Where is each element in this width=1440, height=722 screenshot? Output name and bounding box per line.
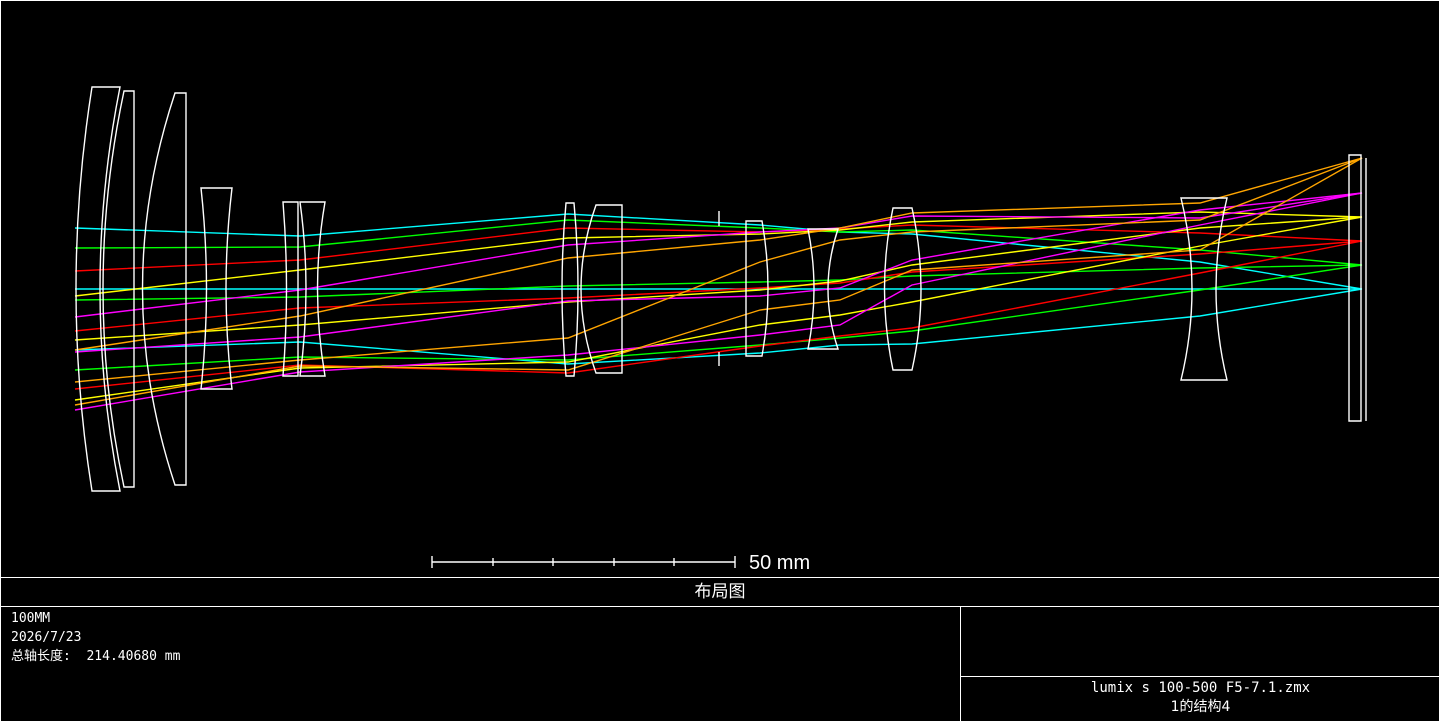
axis-length-label: 总轴长度: [11, 649, 71, 664]
configuration-label: 1的结构4 [1170, 699, 1231, 715]
ray-trace [74, 240, 1363, 390]
optical-layout-diagram: 50 mm [74, 86, 1367, 574]
info-block-right: lumix s 100-500 F5-7.1.zmx 1的结构4 [961, 679, 1440, 717]
info-block-left: 100MM 2026/7/23 总轴长度: 214.40680 mm [11, 609, 180, 666]
ray-trace [74, 157, 1363, 351]
axis-length-row: 总轴长度: 214.40680 mm [11, 647, 180, 666]
ray-trace [74, 219, 1363, 266]
diagram-title: 布局图 [0, 577, 1440, 607]
scale-bar [431, 556, 736, 568]
ray-trace [74, 240, 1363, 332]
file-name: lumix s 100-500 F5-7.1.zmx [1090, 680, 1311, 696]
ray-traces [74, 157, 1363, 411]
axis-length-value: 214.40680 mm [86, 649, 181, 664]
lens-name: 100MM [11, 611, 51, 626]
scale-bar-label: 50 mm [749, 552, 810, 574]
info-divider-horizontal [960, 676, 1440, 677]
date-stamp: 2026/7/23 [11, 630, 82, 645]
